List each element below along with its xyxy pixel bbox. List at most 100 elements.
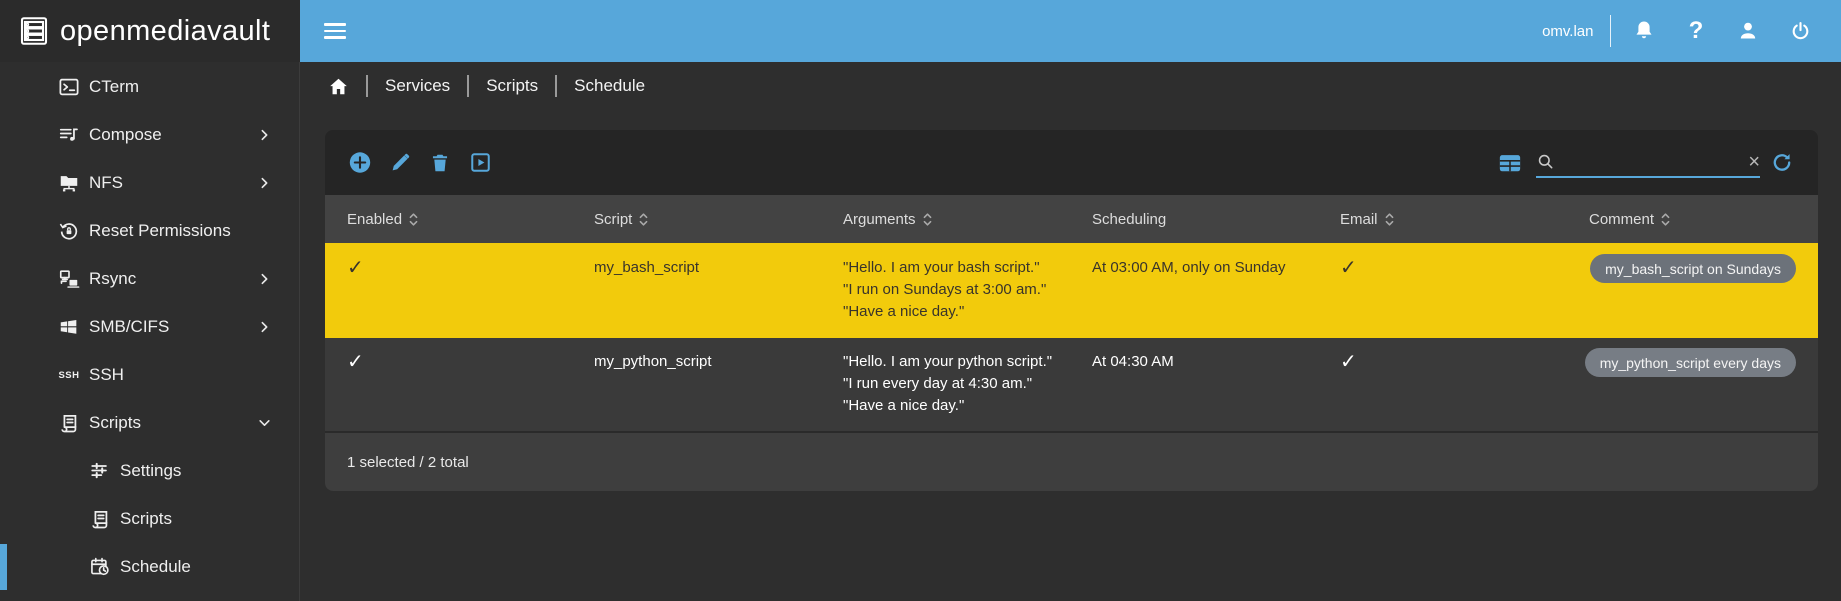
sidebar-item-smb-cifs[interactable]: SMB/CIFS [0,303,299,351]
column-header-comment[interactable]: Comment [1567,195,1818,243]
sidebar-item-label: Settings [120,461,181,481]
app-window: openmediavault omv.lan ? [0,0,1841,601]
table-toolbar: × [325,130,1818,195]
column-header-enabled[interactable]: Enabled [325,195,572,243]
chevron-right-icon [258,273,271,286]
script-name: my_python_script [572,338,821,431]
search-field: × [1536,148,1760,178]
console-icon [57,75,81,99]
column-header-scheduling[interactable]: Scheduling [1070,195,1318,243]
tune-icon [88,459,112,483]
breadcrumb-separator [467,75,469,97]
schedule-panel: × Enabled Script Arguments Sche [325,130,1818,491]
folder-network-icon [57,171,81,195]
scheduling-cell: At 04:30 AM [1070,338,1318,431]
logo[interactable]: openmediavault [0,0,300,62]
table-footer: 1 selected / 2 total [325,433,1818,491]
sidebar-item-label: Scripts [89,413,141,433]
sidebar-item-label: CTerm [89,77,139,97]
sidebar-item-label: Compose [89,125,162,145]
sort-icon [639,212,648,227]
email-checkmark-icon: ✓ [1318,243,1567,338]
help-icon[interactable]: ? [1681,16,1711,46]
user-icon[interactable] [1733,16,1763,46]
chevron-right-icon [258,321,271,334]
sidebar-item-compose[interactable]: Compose [0,111,299,159]
sidebar-item-label: SMB/CIFS [89,317,169,337]
script-icon [88,507,112,531]
clear-search-icon[interactable]: × [1748,149,1760,175]
edit-pencil-icon[interactable] [388,151,412,175]
sidebar-item-label: Scripts [120,509,172,529]
run-play-box-icon[interactable] [468,151,492,175]
menu-icon[interactable] [324,23,346,39]
top-bar-blue: omv.lan ? [300,0,1841,62]
breadcrumb: Services Scripts Schedule [300,62,1841,110]
home-icon[interactable] [328,76,349,97]
table-header-row: Enabled Script Arguments Scheduling Emai… [325,195,1818,243]
comment-cell: my_bash_script on Sundays [1567,243,1818,338]
breadcrumb-services[interactable]: Services [385,76,450,96]
calendar-clock-icon [88,555,112,579]
sidebar-item-ssh[interactable]: SSH SSH [0,351,299,399]
breadcrumb-schedule[interactable]: Schedule [574,76,645,96]
sidebar-item-label: Reset Permissions [89,221,231,241]
openmediavault-logo-icon [16,13,52,49]
sidebar-item-cterm[interactable]: CTerm [0,63,299,111]
breadcrumb-scripts[interactable]: Scripts [486,76,538,96]
sidebar-item-rsync[interactable]: Rsync [0,255,299,303]
windows-icon [57,315,81,339]
sidebar-item-label: SSH [89,365,124,385]
script-icon [57,411,81,435]
table-row[interactable]: ✓ my_python_script "Hello. I am your pyt… [325,338,1818,431]
sidebar-item-scripts-schedule[interactable]: Schedule [0,543,299,591]
comment-cell: my_python_script every days [1567,338,1818,431]
column-grid-icon[interactable] [1498,151,1522,175]
column-header-script[interactable]: Script [572,195,821,243]
selection-count: 1 selected / 2 total [347,454,469,471]
chevron-right-icon [258,129,271,142]
sidebar-item-nfs[interactable]: NFS [0,159,299,207]
search-icon [1536,152,1555,171]
top-bar: openmediavault omv.lan ? [0,0,1841,62]
sidebar-item-label: NFS [89,173,123,193]
search-input[interactable] [1562,150,1740,174]
sidebar-item-label: Rsync [89,269,136,289]
breadcrumb-separator [555,75,557,97]
notifications-bell-icon[interactable] [1629,16,1659,46]
breadcrumb-separator [366,75,368,97]
computers-sync-icon [57,267,81,291]
sort-icon [1385,212,1394,227]
sidebar: CTerm Compose [0,62,300,601]
toolbar-right-group: × [1498,148,1794,178]
comment-chip: my_bash_script on Sundays [1590,254,1796,283]
hostname: omv.lan [1542,23,1593,40]
enabled-checkmark-icon: ✓ [325,338,572,431]
topbar-divider [1610,15,1612,47]
enabled-checkmark-icon: ✓ [325,243,572,338]
column-header-arguments[interactable]: Arguments [821,195,1070,243]
comment-chip: my_python_script every days [1585,348,1796,377]
sidebar-item-reset-permissions[interactable]: Reset Permissions [0,207,299,255]
chevron-down-icon [258,417,271,430]
arguments-cell: "Hello. I am your python script." "I run… [821,338,1070,431]
table-row[interactable]: ✓ my_bash_script "Hello. I am your bash … [325,243,1818,338]
chevron-right-icon [258,177,271,190]
restore-lock-icon [57,219,81,243]
script-name: my_bash_script [572,243,821,338]
delete-trash-icon[interactable] [428,151,452,175]
sidebar-item-scripts[interactable]: Scripts [0,399,299,447]
logo-text: openmediavault [60,15,270,48]
sidebar-item-scripts-settings[interactable]: Settings [0,447,299,495]
power-icon[interactable] [1785,16,1815,46]
column-header-email[interactable]: Email [1318,195,1567,243]
add-circle-icon[interactable] [348,151,372,175]
sidebar-item-label: Schedule [120,557,191,577]
scheduling-cell: At 03:00 AM, only on Sunday [1070,243,1318,338]
sort-icon [409,212,418,227]
arguments-cell: "Hello. I am your bash script." "I run o… [821,243,1070,338]
refresh-icon[interactable] [1770,151,1794,175]
sort-icon [923,212,932,227]
sidebar-item-scripts-scripts[interactable]: Scripts [0,495,299,543]
ssh-text-icon: SSH [57,363,81,387]
